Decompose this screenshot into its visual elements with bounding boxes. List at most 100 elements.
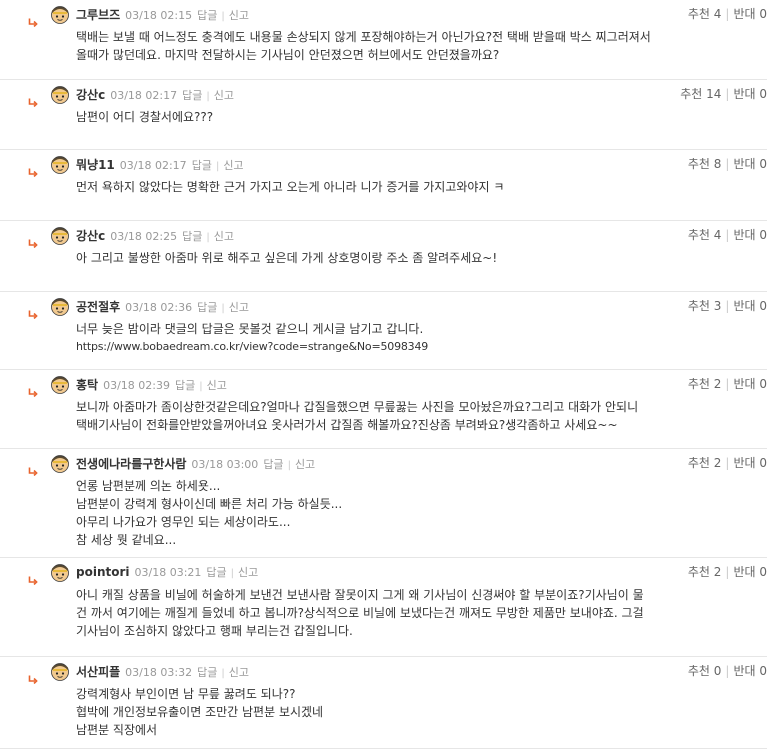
upvote-count: 4 [713,228,722,242]
vote-box: 추천 2 | 반대 0 [688,375,767,392]
author-name[interactable]: 홍탁 [76,376,98,393]
comment-header: 그루브즈 03/18 02:15 답글 | 신고 [76,6,249,23]
comment-text-line: 너무 늦은 밤이라 댓글의 답글은 못볼것 같으니 게시글 남기고 갑니다. [76,322,424,336]
reply-arrow-icon [28,461,38,477]
reply-link[interactable]: 답글 [182,228,202,244]
comment-text-line: 아 그리고 불쌍한 아줌마 위로 해주고 싶은데 가게 상호명이랑 주소 좀 알… [76,251,498,265]
reply-arrow-icon [28,304,38,320]
comment-link[interactable]: https://www.bobaedream.co.kr/view?code=s… [76,338,737,356]
author-name[interactable]: 강산c [76,86,105,103]
downvote-count: 0 [759,456,767,470]
upvote-button[interactable]: 추천 [688,565,710,579]
comment-body: 언롱 남편분께 의논 하세욧... 남편분이 강력계 형사이신데 빠른 처리 가능… [76,477,737,549]
divider: | [725,157,730,171]
divider: | [725,377,730,391]
downvote-button[interactable]: 반대 [733,565,755,579]
upvote-button[interactable]: 추천 [688,456,710,470]
reply-arrow-icon [28,12,38,28]
reply-link[interactable]: 답글 [197,299,217,315]
reply-link[interactable]: 답글 [206,564,226,580]
comment-body: 남편이 어디 경찰서에요??? [76,108,737,126]
upvote-button[interactable]: 추천 [688,7,710,21]
comment-text-line: 건 까서 여기에는 깨질게 들었네 하고 봅니까?상식적으로 비닐에 보냈다는건… [76,606,644,620]
divider: | [221,303,225,314]
reply-arrow-icon [28,669,38,685]
author-name[interactable]: pointori [76,565,130,579]
upvote-button[interactable]: 추천 [688,377,710,391]
avatar-icon [50,374,70,394]
upvote-button[interactable]: 추천 [688,228,710,242]
upvote-button[interactable]: 추천 [680,87,702,101]
report-link[interactable]: 신고 [229,664,249,680]
comment-text-line: 아니 캐질 상품을 비닐에 허술하게 보낸건 보낸사람 잘못이지 그게 왜 기사… [76,588,644,602]
report-link[interactable]: 신고 [295,456,315,472]
report-link[interactable]: 신고 [214,87,234,103]
divider: | [230,568,235,579]
reply-link[interactable]: 답글 [175,377,195,393]
comment-date: 03/18 02:25 [110,230,178,243]
downvote-button[interactable]: 반대 [733,377,755,391]
upvote-button[interactable]: 추천 [688,157,710,171]
comment-date: 03/18 02:17 [110,89,178,102]
divider: | [221,11,225,22]
report-link[interactable]: 신고 [238,564,258,580]
report-link[interactable]: 신고 [229,7,249,23]
comment-text-line: 협박에 개인정보유출이면 조만간 남편분 보시겠네 [76,705,324,719]
divider: | [215,161,220,172]
upvote-button[interactable]: 추천 [688,299,710,313]
report-link[interactable]: 신고 [223,157,243,173]
divider: | [199,381,203,392]
author-name[interactable]: 강산c [76,227,105,244]
report-link[interactable]: 신고 [214,228,234,244]
comment-text-line: 아무리 나가요가 영무인 되는 세상이라도... [76,515,291,529]
comment-text-line: 참 세상 뭣 같네요... [76,533,177,547]
report-link[interactable]: 신고 [229,299,249,315]
author-name[interactable]: 전생에나라를구한사람 [76,455,186,472]
downvote-button[interactable]: 반대 [733,664,755,678]
avatar-icon [50,661,70,681]
vote-box: 추천 0 | 반대 0 [688,662,767,679]
comment-text-line: 보니까 아줌마가 좀이상한것같은데요?얼마나 갑질을했으면 무릎꿇는 사진을 모… [76,400,639,414]
avatar-icon [50,562,70,582]
downvote-count: 0 [759,7,767,21]
reply-link[interactable]: 답글 [182,87,202,103]
avatar-icon [50,154,70,174]
downvote-button[interactable]: 반대 [733,299,755,313]
comment-date: 03/18 02:15 [125,9,193,22]
divider: | [206,91,210,102]
vote-box: 추천 2 | 반대 0 [688,563,767,580]
reply-link[interactable]: 답글 [197,664,217,680]
reply-link[interactable]: 답글 [263,456,283,472]
comment-date: 03/18 03:21 [134,566,202,579]
vote-box: 추천 4 | 반대 0 [688,5,767,22]
comment-text-line: 남편분 직장에서 [76,723,158,737]
downvote-button[interactable]: 반대 [733,228,755,242]
downvote-count: 0 [759,377,767,391]
downvote-button[interactable]: 반대 [733,456,755,470]
divider: | [725,664,730,678]
reply-link[interactable]: 답글 [197,7,217,23]
comment-text-line: 택배기사님이 전화를안받았을꺼아녀요 옷사러가서 갑질좀 해볼까요?진상좀 부려… [76,418,618,432]
author-name[interactable]: 공전절후 [76,298,120,315]
avatar-icon [50,453,70,473]
report-link[interactable]: 신고 [207,377,227,393]
author-name[interactable]: 그루브즈 [76,6,120,23]
vote-box: 추천 4 | 반대 0 [688,226,767,243]
comment-body: 강력계형사 부인이면 남 무릎 꿇려도 되나?? 협박에 개인정보유출이면 조만간… [76,685,737,739]
upvote-count: 14 [706,87,722,101]
comment-item: 강산c 03/18 02:17 답글 | 신고 추천 14 | 반대 0 남편이 어디 경찰서에… [0,80,767,150]
comment-header: 강산c 03/18 02:25 답글 | 신고 [76,227,234,244]
downvote-button[interactable]: 반대 [733,87,755,101]
divider: | [725,228,730,242]
comment-text-line: 먼저 욕하지 않았다는 명확한 근거 가지고 오는게 아니라 니가 증거를 가지… [76,180,505,194]
author-name[interactable]: 서산피플 [76,663,120,680]
downvote-button[interactable]: 반대 [733,7,755,21]
reply-link[interactable]: 답글 [192,157,212,173]
comment-text-line: 남편이 어디 경찰서에요??? [76,110,214,124]
comment-date: 03/18 03:32 [125,666,193,679]
upvote-button[interactable]: 추천 [688,664,710,678]
comment-text-line: 남편분이 강력계 형사이신데 빠른 처리 가능 하실듯... [76,497,343,511]
author-name[interactable]: 뭐냥11 [76,156,115,173]
downvote-button[interactable]: 반대 [733,157,755,171]
downvote-count: 0 [759,664,767,678]
